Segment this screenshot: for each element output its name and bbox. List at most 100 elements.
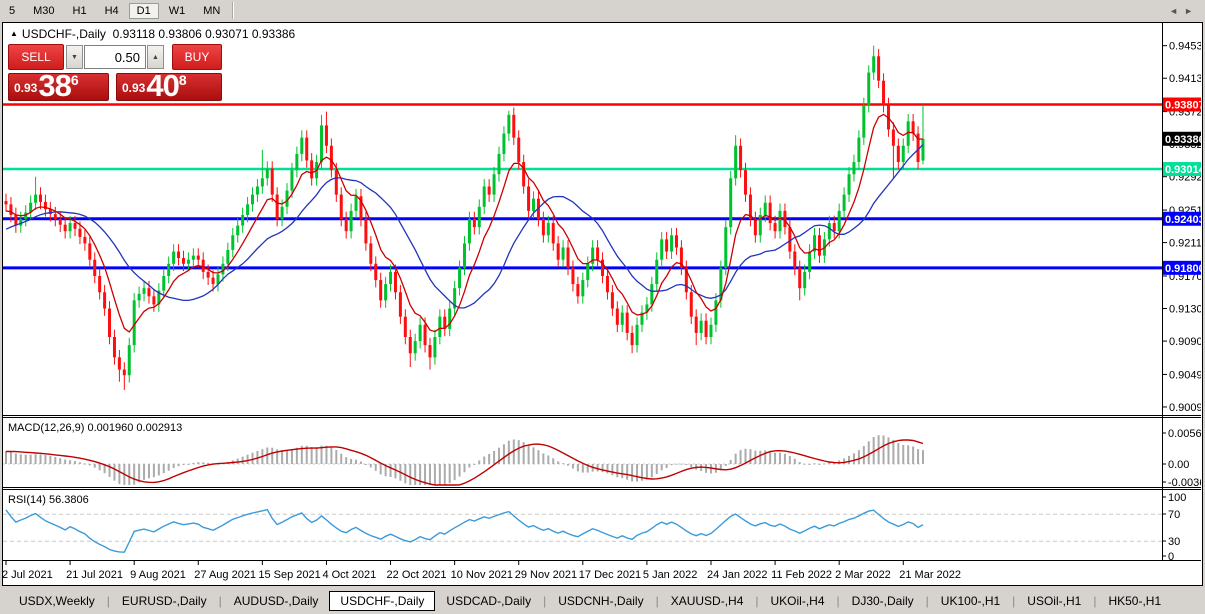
macd-bar (508, 441, 510, 464)
timeframe-button-5[interactable]: 5 (1, 3, 23, 19)
candle-body (818, 235, 821, 255)
macd-bar (478, 460, 480, 464)
candle-body (113, 337, 116, 357)
volume-decrease-button[interactable]: ▼ (66, 45, 83, 69)
chart-tab-ukoil[interactable]: UKOil-,H4 (760, 591, 836, 611)
candle-body (162, 276, 165, 291)
price-badge-label: 0.91800 (1165, 263, 1201, 275)
date-tick-label: 2 Jul 2021 (2, 569, 53, 581)
chart-tab-usdx[interactable]: USDX,Weekly (8, 591, 106, 611)
macd-bar (99, 464, 101, 470)
macd-bar (207, 463, 209, 464)
chart-tab-dj30[interactable]: DJ30-,Daily (841, 591, 925, 611)
timeframe-button-m30[interactable]: M30 (25, 3, 62, 19)
macd-bar (621, 464, 623, 478)
candle-body (138, 294, 141, 301)
chart-tab-eurusd[interactable]: EURUSD-,Daily (111, 591, 218, 611)
candle-body (320, 125, 323, 162)
candle-body (355, 196, 358, 211)
chart-tab-usdchf[interactable]: USDCHF-,Daily (329, 591, 435, 611)
macd-bar (59, 458, 61, 464)
tab-separator: | (837, 594, 840, 608)
date-tick-label: 4 Oct 2021 (322, 569, 376, 581)
macd-bar (602, 464, 604, 472)
macd-bar (133, 464, 135, 485)
macd-bar (730, 460, 732, 464)
scroll-right-icon[interactable]: ► (1184, 6, 1199, 16)
chart-tab-usoil[interactable]: USOil-,H1 (1016, 591, 1092, 611)
macd-bar (197, 462, 199, 464)
macd-bar (113, 464, 115, 481)
timeframe-button-w1[interactable]: W1 (161, 3, 194, 19)
macd-bar (799, 462, 801, 464)
candle-body (414, 341, 417, 353)
candle-body (147, 288, 150, 296)
volume-input[interactable] (84, 45, 146, 69)
scroll-left-icon[interactable]: ◄ (1169, 6, 1184, 16)
timeframe-button-h4[interactable]: H4 (97, 3, 127, 19)
symbol-label: USDCHF-,Daily (22, 27, 106, 41)
macd-bar (118, 464, 120, 484)
macd-bar (572, 464, 574, 469)
candle-body (571, 268, 574, 284)
candle-body (724, 227, 727, 268)
macd-bar (843, 458, 845, 464)
candle-body (754, 219, 757, 235)
chart-canvas[interactable]: 0.945300.941300.937200.933200.929200.925… (2, 22, 1201, 584)
macd-bar (493, 451, 495, 464)
candle-body (774, 223, 777, 231)
date-tick-label: 17 Dec 2021 (579, 569, 641, 581)
candle-body (493, 174, 496, 194)
macd-bar (533, 447, 535, 464)
tab-separator: | (219, 594, 222, 608)
chart-tab-uk100[interactable]: UK100-,H1 (930, 591, 1011, 611)
buy-button[interactable]: BUY (172, 44, 222, 70)
candle-body (74, 223, 77, 229)
timeframe-button-d1[interactable]: D1 (129, 3, 159, 19)
macd-bar (547, 456, 549, 464)
price-tick-label: 0.91300 (1169, 304, 1201, 316)
chart-tab-hk50[interactable]: HK50-,H1 (1097, 591, 1172, 611)
candle-body (655, 260, 658, 284)
chart-tab-usdcad[interactable]: USDCAD-,Daily (435, 591, 542, 611)
macd-bar (784, 454, 786, 464)
bid-price-panel[interactable]: 0.93 38 6 (8, 73, 109, 101)
candle-body (251, 195, 254, 205)
candle-body (340, 195, 343, 219)
candle-body (5, 201, 8, 204)
sell-button[interactable]: SELL (8, 44, 64, 70)
macd-bar (10, 452, 12, 464)
candle-body (862, 105, 865, 138)
candle-body (128, 345, 131, 375)
candle-body (197, 256, 200, 260)
tab-scroll-arrows[interactable]: ◄► (1169, 6, 1199, 16)
timeframe-button-h1[interactable]: H1 (65, 3, 95, 19)
volume-increase-button[interactable]: ▲ (147, 45, 164, 69)
ask-price-panel[interactable]: 0.93 40 8 (116, 73, 222, 101)
collapse-icon[interactable]: ▲ (10, 29, 18, 38)
macd-bar (567, 464, 569, 466)
macd-bar (439, 464, 441, 485)
candle-body (803, 272, 806, 288)
candle-body (769, 203, 772, 223)
candle-body (739, 146, 742, 170)
candle-body (478, 207, 481, 227)
chart-tab-audusd[interactable]: AUDUSD-,Daily (223, 591, 330, 611)
candle-body (231, 235, 234, 250)
macd-bar (178, 464, 180, 466)
candle-body (379, 280, 382, 300)
toolbar-separator (232, 2, 234, 19)
macd-bar (912, 446, 914, 464)
timeframe-button-mn[interactable]: MN (195, 3, 228, 19)
ask-pip-digit: 8 (179, 72, 187, 88)
candle-body (557, 243, 560, 259)
macd-bar (454, 464, 456, 480)
candle-body (59, 219, 62, 225)
chart-tab-usdcnh[interactable]: USDCNH-,Daily (547, 591, 654, 611)
macd-bar (626, 464, 628, 480)
chart-tab-xauusd[interactable]: XAUUSD-,H4 (660, 591, 755, 611)
candle-body (596, 247, 599, 259)
macd-bar (680, 464, 682, 465)
macd-bar (907, 445, 909, 464)
macd-bar (552, 458, 554, 464)
